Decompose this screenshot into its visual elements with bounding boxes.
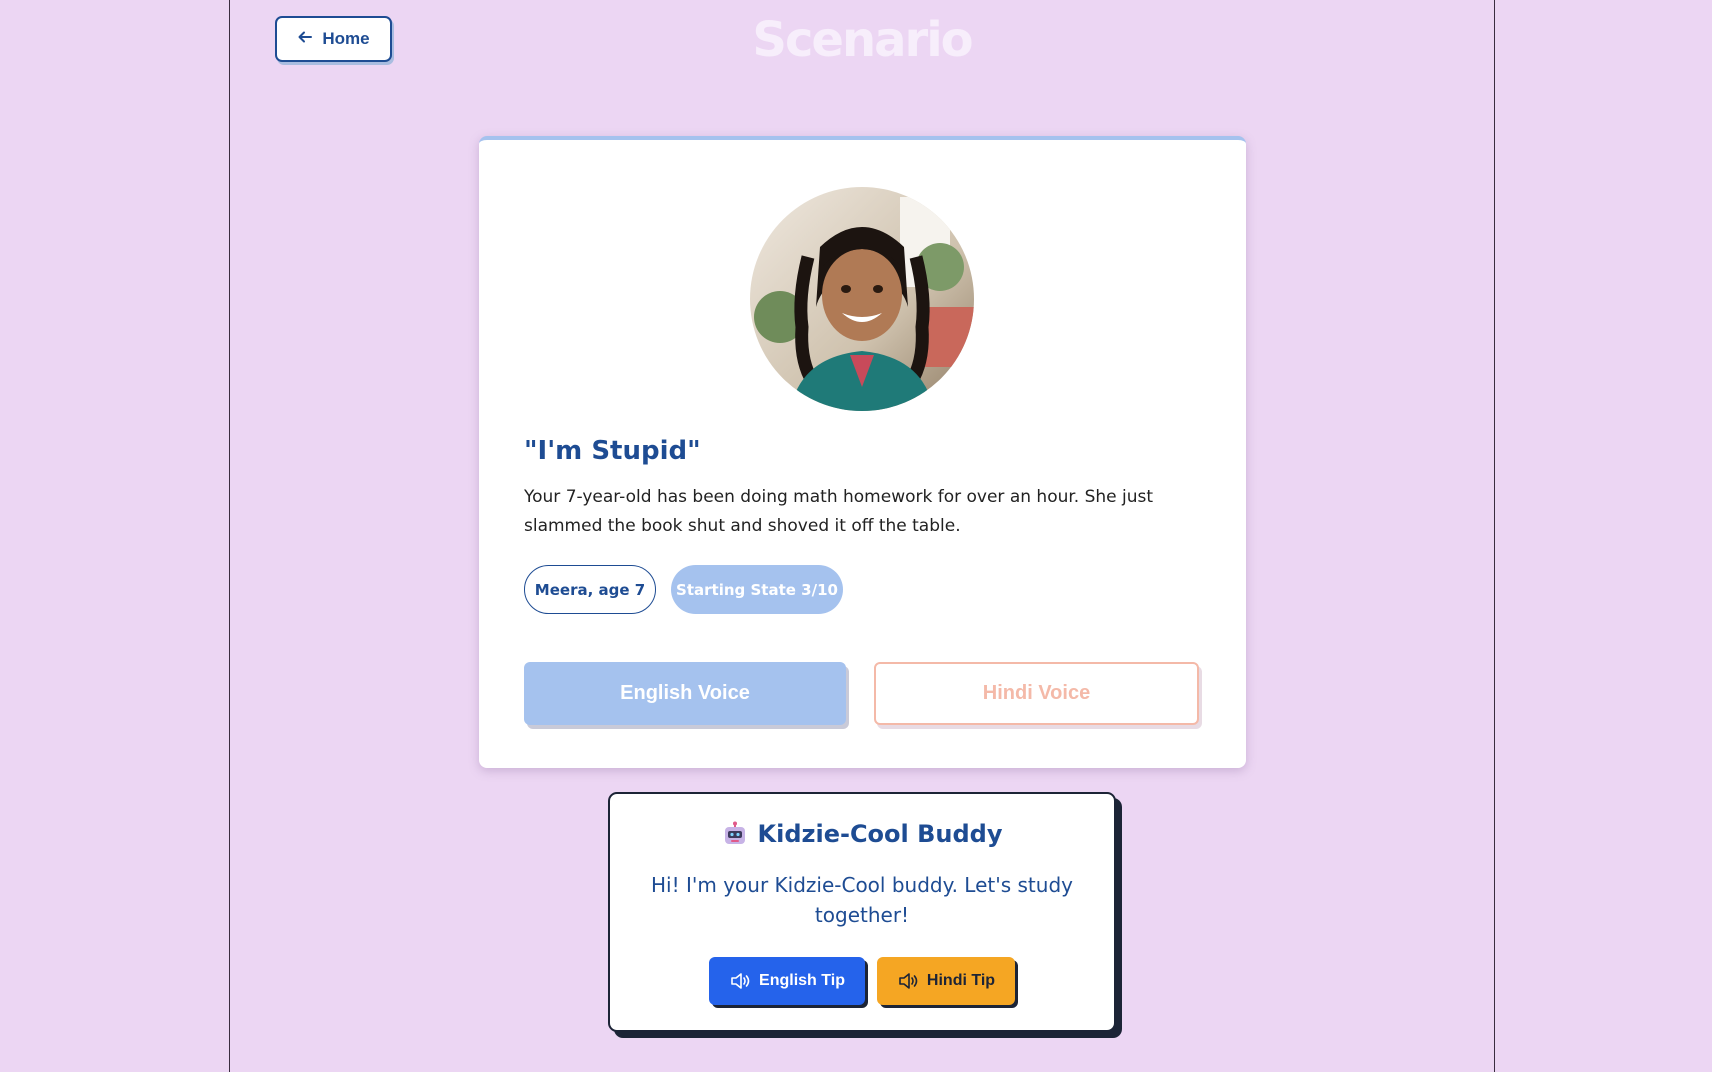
scenario-description: Your 7-year-old has been doing math home… bbox=[524, 487, 1154, 536]
page-title: Scenario bbox=[752, 12, 973, 68]
hindi-tip-label: Hindi Tip bbox=[926, 972, 996, 989]
robot-icon bbox=[724, 821, 745, 844]
frame-border-left bbox=[229, 0, 230, 1072]
buddy-card: Kidzie-Cool Buddy Hi! I'm your Kidzie-Co… bbox=[608, 792, 1116, 1032]
english-tip-label: English Tip bbox=[759, 972, 845, 989]
child-avatar bbox=[750, 187, 974, 411]
hindi-voice-button[interactable]: Hindi Voice bbox=[874, 662, 1199, 725]
buddy-header: Kidzie-Cool Buddy bbox=[610, 820, 1114, 848]
scenario-card: "I'm Stupid" Your 7-year-old has been do… bbox=[479, 136, 1246, 768]
buddy-title: Kidzie-Cool Buddy bbox=[757, 820, 1003, 848]
english-voice-button[interactable]: English Voice bbox=[524, 662, 846, 725]
buddy-message: Hi! I'm your Kidzie-Cool buddy. Let's st… bbox=[651, 873, 1073, 927]
speaker-icon bbox=[731, 973, 750, 989]
child-photo-image bbox=[750, 187, 974, 411]
english-tip-button[interactable]: English Tip bbox=[709, 957, 865, 1005]
starting-state-badge: Starting State 3/10 bbox=[671, 565, 843, 614]
frame-border-right bbox=[1494, 0, 1495, 1072]
hindi-tip-button[interactable]: Hindi Tip bbox=[877, 957, 1015, 1005]
speaker-icon bbox=[899, 973, 918, 989]
scenario-title: "I'm Stupid" bbox=[524, 436, 701, 466]
child-info-badge: Meera, age 7 bbox=[524, 565, 656, 614]
